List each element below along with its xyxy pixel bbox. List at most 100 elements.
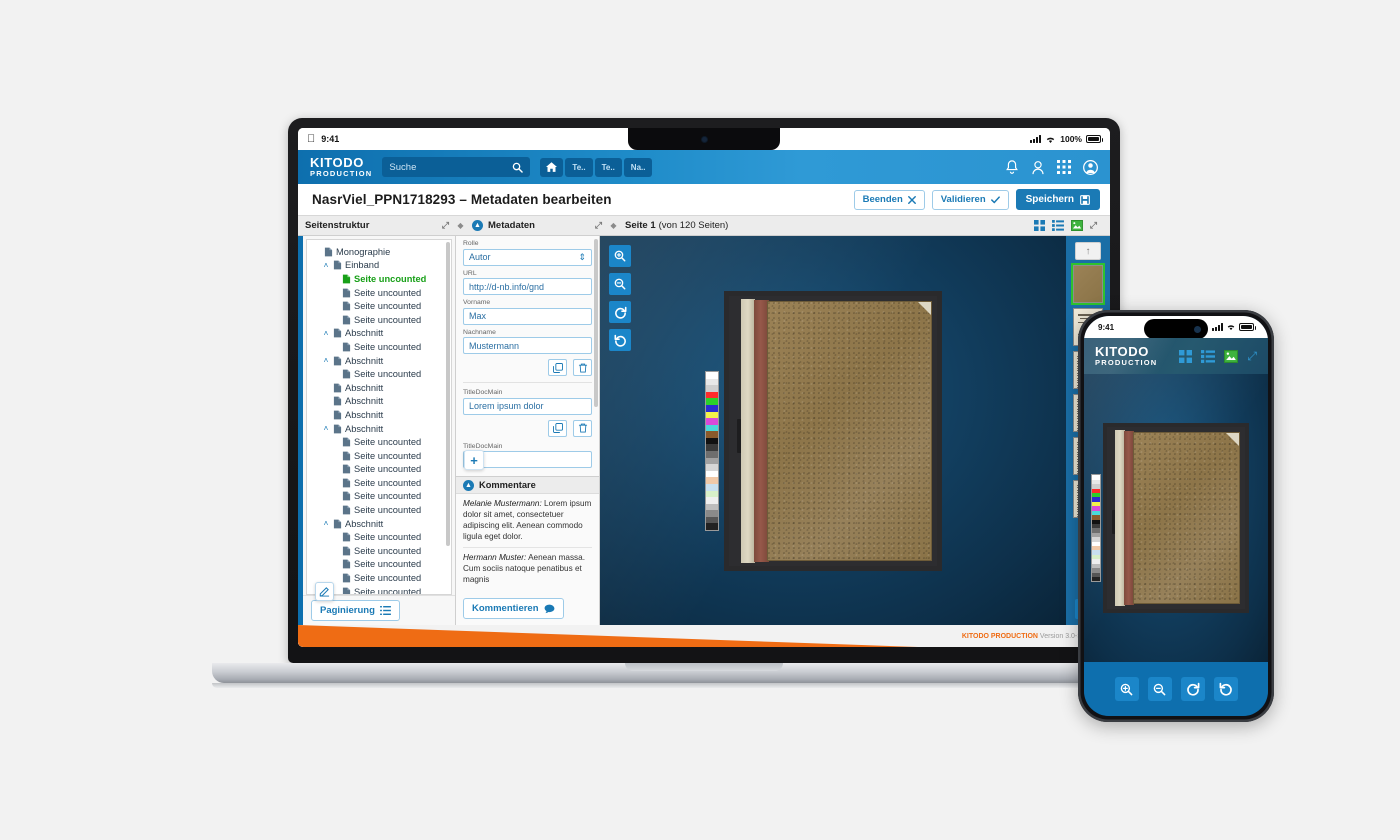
metadata-input[interactable]: http://d-nb.info/gnd	[463, 278, 592, 295]
phone-logo-line-1: KITODO	[1095, 344, 1149, 360]
grid-view-icon[interactable]	[1033, 220, 1045, 231]
image-view-icon[interactable]	[1070, 220, 1083, 231]
tree-node[interactable]: Abschnitt	[313, 408, 449, 422]
tree-node[interactable]: Seite uncounted	[313, 476, 449, 490]
file-icon	[342, 532, 351, 542]
metadata-group-author: Rolle Autor URL http://d-nb.info/gnd Vorname…	[463, 240, 592, 354]
zoom-out-button[interactable]	[609, 273, 631, 295]
metadata-input[interactable]: Mustermann	[463, 337, 592, 354]
kitodo-app: KITODO PRODUCTION Suche Te.. Te.. Na.. N…	[298, 150, 1110, 647]
tree-node[interactable]: Seite uncounted	[313, 435, 449, 449]
panel-divider-1[interactable]: ◆	[456, 216, 465, 235]
tree-node[interactable]: Seite uncounted	[313, 463, 449, 477]
scanned-page-image[interactable]	[705, 290, 942, 571]
metadata-input[interactable]: Lorem ipsum dolor	[463, 397, 592, 415]
validate-button[interactable]: Validieren	[931, 189, 1009, 210]
grid-apps-icon[interactable]	[1057, 160, 1071, 174]
gallery-thumbnail[interactable]	[1071, 263, 1105, 305]
tree-node[interactable]: ˄ Abschnitt	[313, 517, 449, 531]
expand-structure-icon[interactable]: ⤢	[442, 220, 449, 231]
file-icon	[324, 247, 333, 257]
tree-node[interactable]: Seite uncounted	[313, 544, 449, 558]
tree-node[interactable]: ˄ Abschnitt	[313, 354, 449, 368]
rotate-right-button[interactable]	[609, 301, 631, 323]
metadata-collapse-icon[interactable]: ▲	[472, 220, 483, 231]
comment-button[interactable]: Kommentieren	[463, 598, 564, 619]
search-icon	[513, 162, 524, 173]
tree-node[interactable]: Seite uncounted	[313, 558, 449, 572]
delete-button-1[interactable]	[573, 359, 592, 376]
phone-zoom-out-button[interactable]	[1147, 677, 1172, 701]
tree-node[interactable]: Seite uncounted	[313, 340, 449, 354]
collapse-view-icon[interactable]: ⤢	[1247, 349, 1257, 364]
list-view-icon[interactable]	[1201, 349, 1216, 363]
file-icon	[333, 356, 342, 365]
nav-tab-home[interactable]	[540, 157, 564, 177]
nav-tab-1[interactable]: Te..	[565, 157, 593, 177]
file-icon	[342, 315, 351, 325]
edit-structure-button[interactable]	[315, 582, 334, 601]
kitodo-logo[interactable]: KITODO PRODUCTION	[310, 156, 372, 178]
tree-caret-icon[interactable]: ˄	[322, 261, 330, 270]
zoom-in-button[interactable]	[609, 245, 631, 267]
panel-divider-2[interactable]: ◆	[609, 216, 618, 235]
tree-node[interactable]: ˄ Einband	[313, 259, 449, 273]
phone-scanned-page-image[interactable]	[1091, 423, 1249, 613]
phone-zoom-in-button[interactable]	[1114, 677, 1139, 701]
phone-rotate-right-button[interactable]	[1180, 677, 1205, 701]
tree-node[interactable]: ˄ Abschnitt	[313, 327, 449, 341]
image-view-icon[interactable]	[1224, 349, 1239, 363]
pagination-button[interactable]: Paginierung	[311, 600, 400, 621]
save-button[interactable]: Speichern	[1015, 189, 1100, 210]
metadata-select[interactable]: Autor	[463, 248, 592, 266]
user-icon[interactable]	[1031, 160, 1045, 175]
delete-button-2[interactable]	[573, 419, 592, 437]
tree-node[interactable]: Seite uncounted	[313, 272, 449, 286]
quit-button[interactable]: Beenden	[853, 189, 925, 210]
tree-node[interactable]: Abschnitt	[313, 395, 449, 409]
metadata-scrollbar[interactable]	[594, 239, 598, 407]
tree-node[interactable]: Seite uncounted	[313, 490, 449, 504]
tree-node[interactable]: Monographie	[313, 245, 449, 259]
tree-node[interactable]: ˄ Abschnitt	[313, 422, 449, 436]
metadata-input[interactable]: Max	[463, 307, 592, 325]
copy-button-2[interactable]	[548, 419, 567, 437]
phone-rotate-left-button[interactable]	[1213, 677, 1238, 701]
tree-caret-icon[interactable]: ˄	[322, 356, 330, 365]
grid-view-icon[interactable]	[1179, 349, 1193, 363]
structure-panel-title: Seitenstruktur	[305, 220, 370, 231]
collapse-view-icon[interactable]: ⤢	[1090, 220, 1097, 231]
tree-node[interactable]: Seite uncounted	[313, 449, 449, 463]
tree-caret-icon[interactable]: ˄	[322, 519, 330, 528]
nav-tab-3[interactable]: Na..	[623, 157, 653, 177]
tree-node[interactable]: Seite uncounted	[313, 530, 449, 544]
phone-image-viewer[interactable]	[1084, 374, 1268, 662]
file-icon	[333, 410, 342, 420]
tree-node[interactable]: Seite uncounted	[313, 299, 449, 313]
tree-node[interactable]: Seite uncounted	[313, 313, 449, 327]
expand-metadata-icon[interactable]: ⤢	[595, 220, 602, 231]
structure-scrollbar[interactable]	[446, 242, 450, 547]
tree-node[interactable]: Seite uncounted	[313, 367, 449, 381]
file-icon	[333, 383, 342, 393]
phone-kitodo-logo[interactable]: KITODO PRODUCTION	[1095, 345, 1157, 367]
avatar-icon[interactable]	[1083, 159, 1098, 175]
color-swatch	[706, 451, 718, 458]
file-icon	[342, 369, 351, 379]
nav-tab-2[interactable]: Te..	[594, 157, 622, 177]
tree-caret-icon[interactable]: ˄	[322, 329, 330, 338]
image-viewer[interactable]	[600, 236, 1066, 625]
copy-button-1[interactable]	[548, 359, 567, 376]
comments-collapse-icon[interactable]: ▲	[463, 479, 474, 491]
tree-node[interactable]: Abschnitt	[313, 381, 449, 395]
tree-node[interactable]: Seite uncounted	[313, 286, 449, 300]
bell-icon[interactable]	[1005, 159, 1019, 175]
search-input[interactable]: Suche	[382, 157, 531, 177]
tree-caret-icon[interactable]: ˄	[322, 424, 330, 433]
tree-node[interactable]: Seite uncounted	[313, 503, 449, 517]
list-view-icon[interactable]	[1051, 220, 1064, 231]
rotate-left-button[interactable]	[609, 329, 631, 351]
add-metadata-button[interactable]: +	[464, 450, 484, 470]
gallery-scroll-up-button[interactable]: ↑	[1075, 242, 1101, 260]
tree-node-label: Abschnitt	[345, 396, 384, 407]
